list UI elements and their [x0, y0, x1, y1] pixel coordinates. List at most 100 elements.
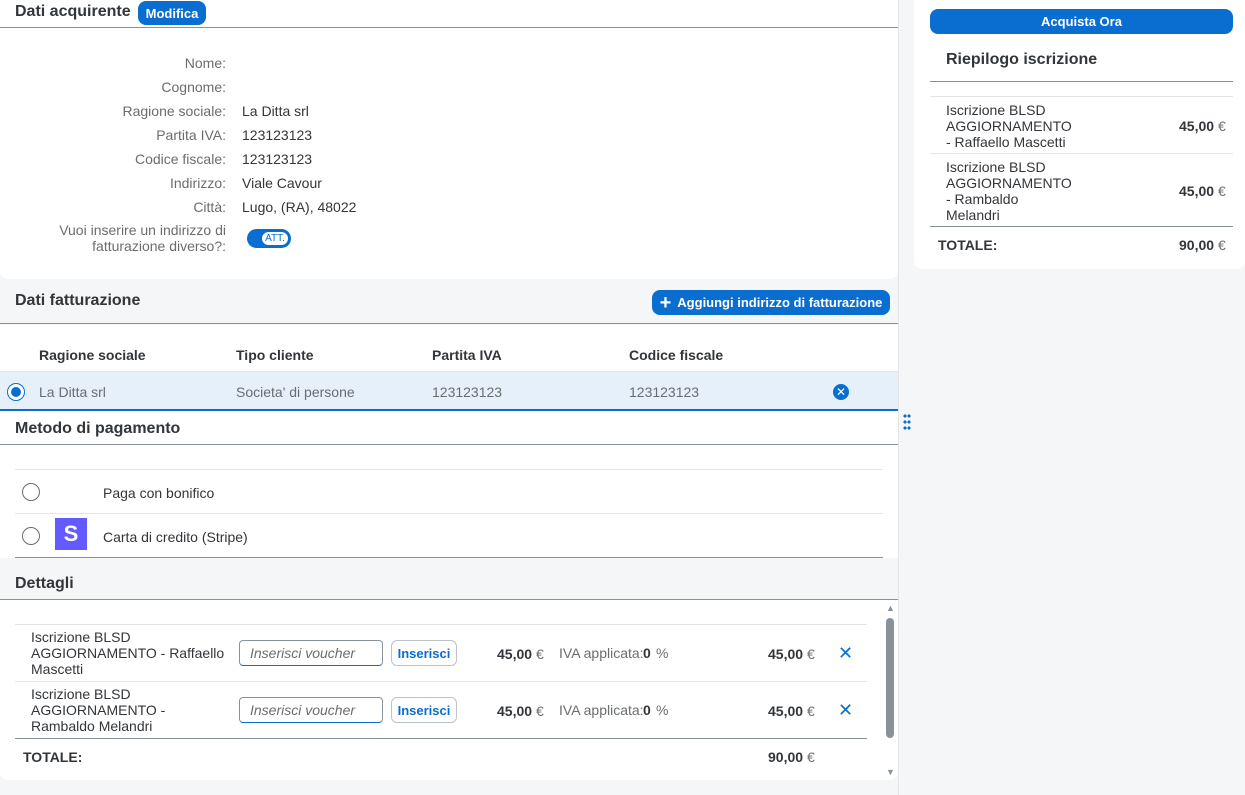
list-divider	[930, 153, 1233, 154]
remove-item-icon[interactable]: ✕	[838, 643, 853, 664]
row-select-radio[interactable]	[7, 383, 25, 401]
currency-symbol: €	[1218, 237, 1226, 253]
detail-item-line: AGGIORNAMENTO - Raffaello	[31, 645, 225, 661]
field-value-citta: Lugo, (RA), 48022	[242, 199, 357, 215]
voucher-input[interactable]: Inserisci voucher	[239, 697, 383, 723]
payment-title: Metodo di pagamento	[15, 420, 181, 437]
iva-label: IVA applicata:	[559, 645, 644, 661]
scroll-up-icon[interactable]: ▲	[886, 604, 895, 613]
details-title: Dettagli	[15, 575, 74, 592]
summary-item-line: Iscrizione BLSD	[946, 159, 1046, 175]
iva-value: 0	[643, 702, 651, 718]
billing-header: Dati fatturazione + Aggiungi indirizzo d…	[0, 279, 898, 324]
toggle-knob: ATT.	[261, 231, 289, 246]
details-header: Dettagli	[0, 558, 898, 600]
payment-radio-bonifico[interactable]	[22, 483, 40, 501]
voucher-input[interactable]: Inserisci voucher	[239, 640, 383, 666]
detail-item-line: AGGIORNAMENTO -	[31, 702, 166, 718]
iva-label: IVA applicata:	[559, 702, 644, 718]
field-label-citta: Città:	[193, 199, 226, 215]
iva-unit: %	[656, 702, 669, 718]
details-total-value: 90,00	[768, 749, 804, 765]
plus-icon: +	[659, 291, 672, 314]
scroll-down-icon[interactable]: ▼	[886, 768, 895, 777]
currency-symbol: €	[536, 703, 544, 719]
list-divider	[15, 681, 867, 682]
insert-voucher-button[interactable]: Inserisci	[391, 697, 457, 723]
divider	[0, 444, 898, 445]
detail-item-line: Iscrizione BLSD	[31, 686, 131, 702]
col-codice-fiscale: Codice fiscale	[629, 347, 724, 363]
summary-item-line: AGGIORNAMENTO	[946, 118, 1072, 134]
splitter-grip-icon[interactable]	[903, 414, 911, 432]
detail-item-description: Iscrizione BLSD AGGIORNAMENTO - Rambaldo…	[31, 686, 165, 734]
add-billing-address-button[interactable]: + Aggiungi indirizzo di fatturazione	[652, 290, 890, 315]
alt-billing-label: Vuoi inserire un indirizzo di fatturazio…	[59, 222, 226, 254]
summary-item-description: Iscrizione BLSD AGGIORNAMENTO - Raffaell…	[946, 102, 1072, 150]
currency-symbol: €	[1218, 118, 1226, 134]
summary-item-description: Iscrizione BLSD AGGIORNAMENTO - Rambaldo…	[946, 159, 1072, 223]
detail-item-total: 45,00	[768, 646, 804, 662]
detail-item-price: 45,00	[497, 646, 533, 662]
summary-total-label: TOTALE:	[938, 237, 998, 253]
field-value-ragione-sociale: La Ditta srl	[242, 103, 309, 119]
summary-item-price: 45,00	[1179, 118, 1215, 134]
summary-item-line: AGGIORNAMENTO	[946, 175, 1072, 191]
currency-symbol: €	[807, 703, 815, 719]
divider	[0, 27, 898, 28]
cell-ragione-sociale: La Ditta srl	[39, 384, 106, 400]
summary-total-value: 90,00	[1179, 237, 1215, 253]
list-divider	[15, 513, 883, 514]
scrollbar-thumb[interactable]	[886, 618, 894, 738]
divider	[0, 323, 898, 324]
alt-billing-toggle[interactable]: ATT.	[247, 229, 291, 248]
col-tipo-cliente: Tipo cliente	[236, 347, 314, 363]
currency-symbol: €	[807, 646, 815, 662]
cell-codice-fiscale: 123123123	[629, 384, 700, 400]
list-divider	[930, 226, 1233, 227]
buyer-panel: Dati acquirente Modifica Nome: Cognome: …	[0, 0, 898, 279]
currency-symbol: €	[807, 749, 815, 765]
field-label-cognome: Cognome:	[161, 79, 226, 95]
field-value-partita-iva: 123123123	[242, 127, 313, 143]
summary-pane: Acquista Ora Riepilogo iscrizione Iscriz…	[914, 0, 1245, 795]
field-label-indirizzo: Indirizzo:	[169, 175, 226, 191]
summary-item-line: Iscrizione BLSD	[946, 102, 1046, 118]
buy-now-button[interactable]: Acquista Ora	[930, 9, 1233, 34]
field-label-partita-iva: Partita IVA:	[156, 127, 226, 143]
delete-row-icon[interactable]: ✕	[833, 384, 849, 400]
summary-title: Riepilogo iscrizione	[946, 51, 1098, 68]
field-label-ragione-sociale: Ragione sociale:	[122, 103, 226, 119]
detail-item-line: Iscrizione BLSD	[31, 629, 131, 645]
col-ragione-sociale: Ragione sociale	[39, 347, 146, 363]
billing-title: Dati fatturazione	[15, 292, 141, 309]
field-value-indirizzo: Viale Cavour	[242, 175, 322, 191]
remove-item-icon[interactable]: ✕	[838, 700, 853, 721]
list-divider	[15, 738, 867, 739]
col-partita-iva: Partita IVA	[432, 347, 502, 363]
iva-unit: %	[656, 645, 669, 661]
detail-item-line: Rambaldo Melandri	[31, 718, 153, 734]
edit-button[interactable]: Modifica	[138, 1, 206, 25]
currency-symbol: €	[1218, 183, 1226, 199]
details-total-label: TOTALE:	[23, 749, 83, 765]
checkout-main: Dati acquirente Modifica Nome: Cognome: …	[0, 0, 898, 795]
detail-item-description: Iscrizione BLSD AGGIORNAMENTO - Raffaell…	[31, 629, 224, 677]
buyer-title: Dati acquirente	[15, 3, 131, 20]
field-label-codice-fiscale: Codice fiscale:	[134, 151, 226, 167]
payment-radio-stripe[interactable]	[22, 527, 40, 545]
summary-item-price: 45,00	[1179, 183, 1215, 199]
list-divider	[15, 469, 883, 470]
field-value-codice-fiscale: 123123123	[242, 151, 313, 167]
iva-value: 0	[643, 645, 651, 661]
divider	[930, 81, 1233, 82]
currency-symbol: €	[536, 646, 544, 662]
payment-label-stripe: Carta di credito (Stripe)	[103, 529, 248, 545]
payment-label-bonifico: Paga con bonifico	[103, 485, 215, 501]
alt-billing-label-line1: Vuoi inserire un indirizzo di	[59, 222, 226, 238]
pane-splitter[interactable]	[898, 0, 914, 795]
detail-item-total: 45,00	[768, 703, 804, 719]
summary-item-line: - Rambaldo	[946, 191, 1019, 207]
insert-voucher-button[interactable]: Inserisci	[391, 640, 457, 666]
add-billing-address-label: Aggiungi indirizzo di fatturazione	[677, 295, 883, 310]
